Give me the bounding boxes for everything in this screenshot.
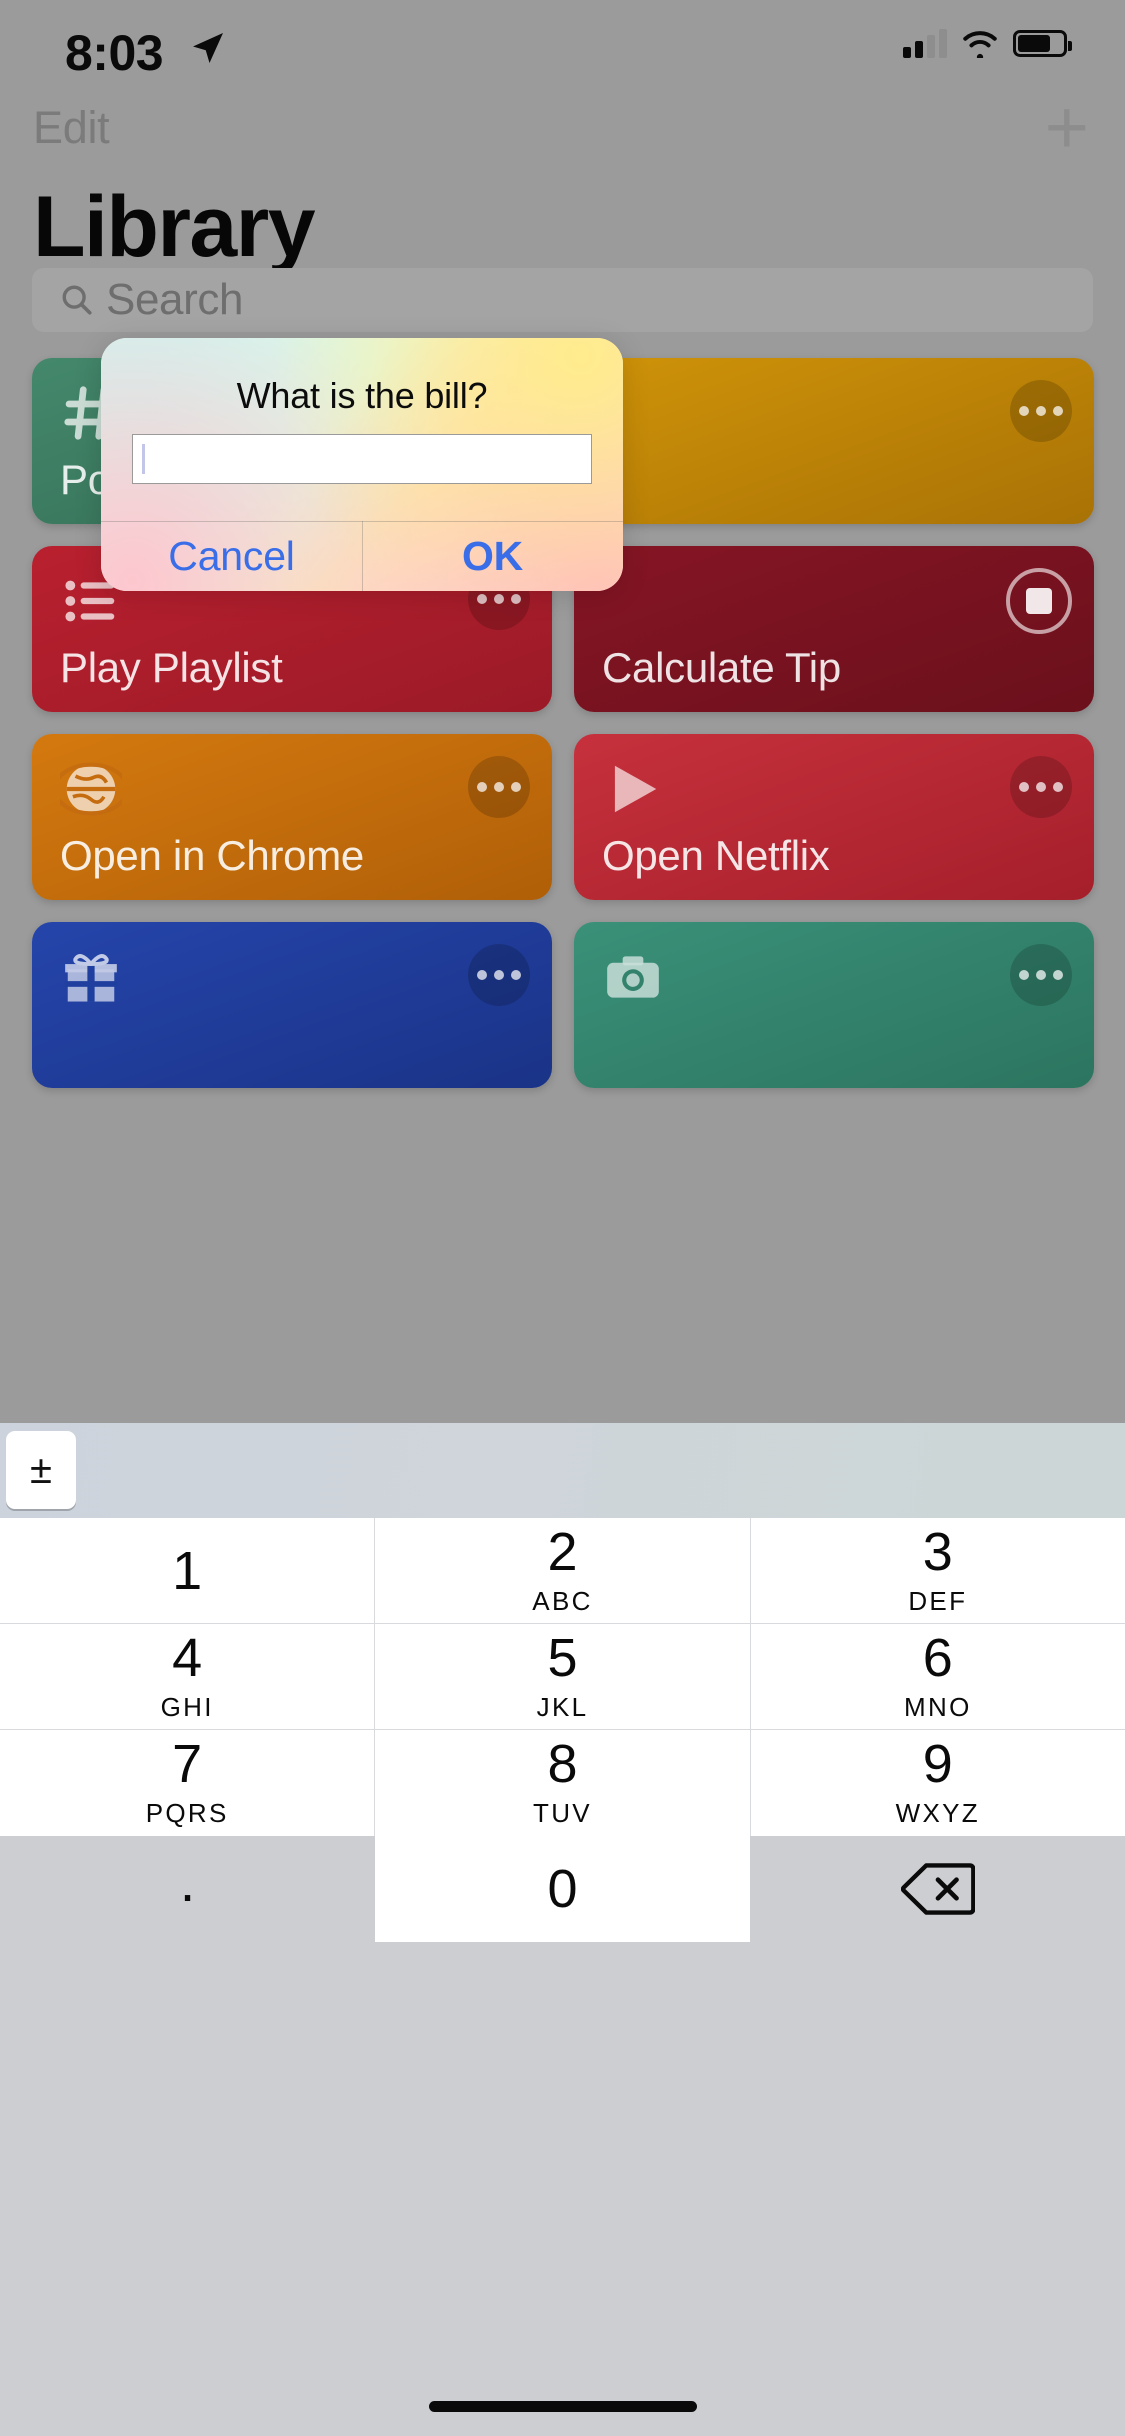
status-bar: 8:03 — [0, 0, 1125, 100]
keypad-row: 4 GHI 5 JKL 6 MNO — [0, 1624, 1125, 1730]
key-letters: ABC — [532, 1586, 592, 1617]
shortcuts-app-background: 8:03 Edit + Library Search — [0, 0, 1125, 1423]
search-placeholder: Search — [106, 275, 243, 325]
key-decimal-point[interactable]: . — [0, 1836, 375, 1942]
key-digit: 6 — [923, 1631, 953, 1685]
status-bar-indicators — [903, 28, 1067, 58]
edit-button[interactable]: Edit — [33, 102, 109, 154]
shortcut-tile-open-netflix[interactable]: Open Netflix — [574, 734, 1094, 900]
keypad-row: . 0 — [0, 1836, 1125, 1942]
shortcut-row — [32, 922, 1094, 1088]
key-digit: 1 — [172, 1544, 202, 1598]
key-6[interactable]: 6 MNO — [751, 1624, 1125, 1730]
text-cursor — [142, 444, 145, 474]
camera-icon — [602, 946, 664, 1008]
search-icon — [60, 283, 94, 317]
location-arrow-icon — [190, 30, 226, 66]
page-title: Library — [33, 178, 314, 277]
key-3[interactable]: 3 DEF — [751, 1518, 1125, 1624]
key-digit: 9 — [923, 1737, 953, 1791]
key-letters: GHI — [161, 1692, 214, 1723]
battery-icon — [1013, 30, 1067, 57]
shortcut-tile-calculate-tip[interactable]: Calculate Tip — [574, 546, 1094, 712]
key-4[interactable]: 4 GHI — [0, 1624, 375, 1730]
key-digit: 0 — [547, 1862, 577, 1916]
home-indicator-bar — [429, 2401, 697, 2412]
ask-for-input-alert: What is the bill? Cancel OK — [101, 338, 623, 591]
key-9[interactable]: 9 WXYZ — [751, 1730, 1125, 1836]
stop-icon[interactable] — [1006, 568, 1072, 634]
ok-button[interactable]: OK — [362, 521, 623, 591]
keyboard-toolbar: ± — [0, 1423, 1125, 1518]
keypad-row: 1 2 ABC 3 DEF — [0, 1518, 1125, 1624]
key-digit: 7 — [172, 1737, 202, 1791]
wifi-icon — [961, 28, 999, 58]
alert-text-input[interactable] — [132, 434, 592, 484]
play-triangle-icon — [602, 758, 664, 820]
key-letters: MNO — [904, 1692, 972, 1723]
ellipsis-icon[interactable] — [1010, 756, 1072, 818]
navigation-bar: Edit + — [0, 98, 1125, 164]
shortcut-tile-send-to-slack[interactable]: k — [574, 358, 1094, 524]
key-digit: 3 — [923, 1525, 953, 1579]
ellipsis-icon[interactable] — [468, 944, 530, 1006]
backspace-icon — [901, 1861, 975, 1917]
keypad-row: 7 PQRS 8 TUV 9 WXYZ — [0, 1730, 1125, 1836]
shortcut-tile-open-in-chrome[interactable]: Open in Chrome — [32, 734, 552, 900]
key-5[interactable]: 5 JKL — [375, 1624, 750, 1730]
shortcut-tile-camera[interactable] — [574, 922, 1094, 1088]
signal-bars-icon — [903, 28, 947, 58]
ellipsis-icon[interactable] — [1010, 380, 1072, 442]
globe-icon — [60, 758, 122, 820]
cancel-button[interactable]: Cancel — [101, 521, 362, 591]
key-letters: PQRS — [146, 1798, 229, 1829]
shortcut-tile-label: Calculate Tip — [602, 644, 841, 692]
key-1[interactable]: 1 — [0, 1518, 375, 1624]
key-digit: 5 — [547, 1631, 577, 1685]
alert-title: What is the bill? — [101, 375, 623, 417]
status-bar-time: 8:03 — [65, 24, 163, 82]
add-shortcut-button[interactable]: + — [1045, 90, 1089, 166]
key-0[interactable]: 0 — [375, 1836, 750, 1942]
key-letters: DEF — [908, 1586, 967, 1617]
key-digit: 8 — [547, 1737, 577, 1791]
key-7[interactable]: 7 PQRS — [0, 1730, 375, 1836]
ellipsis-icon[interactable] — [468, 756, 530, 818]
shortcut-tile-gift[interactable] — [32, 922, 552, 1088]
gift-icon — [60, 946, 122, 1008]
numeric-keyboard: ± 1 2 ABC 3 DEF 4 GHI 5 JKL — [0, 1423, 1125, 2436]
shortcut-tile-label: Open Netflix — [602, 832, 830, 880]
alert-body: What is the bill? — [101, 338, 623, 521]
plus-minus-key[interactable]: ± — [6, 1431, 76, 1509]
key-digit: 4 — [172, 1631, 202, 1685]
keypad: 1 2 ABC 3 DEF 4 GHI 5 JKL 6 MNO — [0, 1518, 1125, 2436]
key-letters: WXYZ — [896, 1798, 980, 1829]
backspace-key[interactable] — [750, 1836, 1125, 1942]
key-digit: . — [180, 1871, 196, 1907]
key-letters: TUV — [533, 1798, 592, 1829]
key-2[interactable]: 2 ABC — [375, 1518, 750, 1624]
key-letters: JKL — [537, 1692, 589, 1723]
shortcut-row: Open in Chrome Open Netflix — [32, 734, 1094, 900]
ellipsis-icon[interactable] — [1010, 944, 1072, 1006]
shortcut-tile-label: Play Playlist — [60, 644, 283, 692]
key-digit: 2 — [547, 1525, 577, 1579]
search-input[interactable]: Search — [32, 268, 1093, 332]
shortcut-tile-label: Open in Chrome — [60, 832, 364, 880]
key-8[interactable]: 8 TUV — [375, 1730, 750, 1836]
